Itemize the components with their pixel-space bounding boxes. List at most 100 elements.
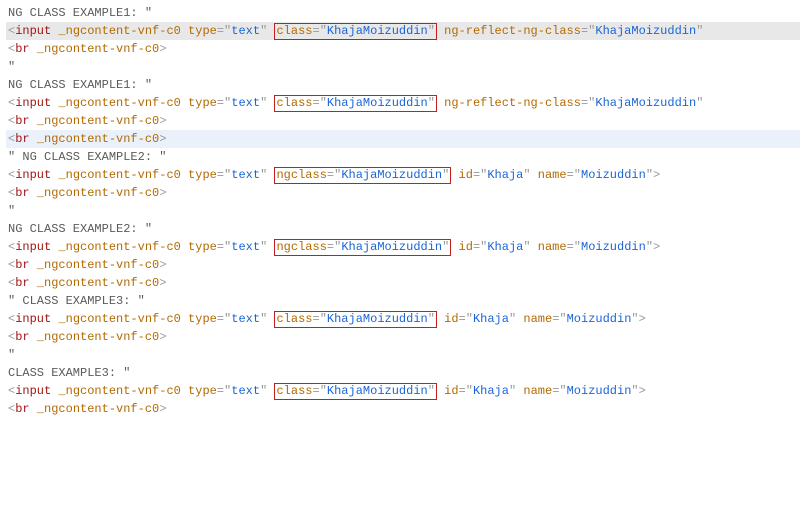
text-content: " CLASS EXAMPLE3: " — [8, 294, 145, 308]
highlighted-attr: ngclass="KhajaMoizuddin" — [274, 239, 451, 256]
text-content: NG CLASS EXAMPLE2: " — [8, 222, 152, 236]
highlighted-attr: class="KhajaMoizuddin" — [274, 23, 436, 40]
dom-element-br[interactable]: <br _ngcontent-vnf-c0> — [6, 274, 800, 292]
highlighted-attr: ngclass="KhajaMoizuddin" — [274, 167, 451, 184]
text-content: " — [8, 204, 15, 218]
dom-text-node[interactable]: NG CLASS EXAMPLE2: " — [6, 220, 800, 238]
attr-value: text — [231, 240, 260, 254]
dom-element-input[interactable]: <input _ngcontent-vnf-c0 type="text" ngc… — [6, 238, 800, 256]
attr-name: type — [188, 168, 217, 182]
attr-name: type — [188, 312, 217, 326]
dom-element-input[interactable]: <input _ngcontent-vnf-c0 type="text" ngc… — [6, 166, 800, 184]
attr-value: Moizuddin — [581, 168, 646, 182]
attr-name: name — [538, 168, 567, 182]
attr-name: type — [188, 240, 217, 254]
highlighted-attr: class="KhajaMoizuddin" — [274, 311, 436, 328]
attr-name: name — [523, 384, 552, 398]
tag-name: input — [15, 96, 51, 110]
tag-name: br — [15, 258, 29, 272]
tag-name: br — [15, 114, 29, 128]
attr-name: _ngcontent-vnf-c0 — [37, 114, 159, 128]
attr-name: _ngcontent-vnf-c0 — [37, 42, 159, 56]
dom-text-node[interactable]: NG CLASS EXAMPLE1: " — [6, 76, 800, 94]
attr-name: _ngcontent-vnf-c0 — [58, 24, 180, 38]
tag-name: br — [15, 402, 29, 416]
dom-element-br[interactable]: <br _ngcontent-vnf-c0> — [6, 328, 800, 346]
dom-element-br[interactable]: <br _ngcontent-vnf-c0> — [6, 40, 800, 58]
attr-name: _ngcontent-vnf-c0 — [58, 384, 180, 398]
attr-name: _ngcontent-vnf-c0 — [37, 402, 159, 416]
attr-name: type — [188, 384, 217, 398]
text-content: NG CLASS EXAMPLE1: " — [8, 6, 152, 20]
dom-text-node[interactable]: CLASS EXAMPLE3: " — [6, 364, 800, 382]
text-content: CLASS EXAMPLE3: " — [8, 366, 130, 380]
attr-name: _ngcontent-vnf-c0 — [37, 276, 159, 290]
attr-value: Khaja — [487, 168, 523, 182]
tag-name: input — [15, 240, 51, 254]
attr-value: text — [231, 24, 260, 38]
attr-name: _ngcontent-vnf-c0 — [37, 186, 159, 200]
dom-text-node[interactable]: " NG CLASS EXAMPLE2: " — [6, 148, 800, 166]
attr-value: text — [231, 384, 260, 398]
highlighted-attr: class="KhajaMoizuddin" — [274, 383, 436, 400]
text-content: " NG CLASS EXAMPLE2: " — [8, 150, 166, 164]
dom-element-input[interactable]: <input _ngcontent-vnf-c0 type="text" cla… — [6, 22, 800, 40]
attr-name: class — [276, 312, 312, 326]
attr-name: _ngcontent-vnf-c0 — [37, 132, 159, 146]
attr-name: ng-reflect-ng-class — [444, 24, 581, 38]
attr-name: class — [276, 24, 312, 38]
dom-element-br[interactable]: <br _ngcontent-vnf-c0> — [6, 400, 800, 418]
tag-name: br — [15, 276, 29, 290]
attr-name: name — [538, 240, 567, 254]
attr-value: text — [231, 312, 260, 326]
attr-name: _ngcontent-vnf-c0 — [58, 312, 180, 326]
attr-name: _ngcontent-vnf-c0 — [37, 330, 159, 344]
dom-element-br[interactable]: <br _ngcontent-vnf-c0> — [6, 112, 800, 130]
attr-value: KhajaMoizuddin — [595, 96, 696, 110]
attr-name: class — [276, 96, 312, 110]
attr-name: _ngcontent-vnf-c0 — [58, 240, 180, 254]
dom-text-node[interactable]: " — [6, 202, 800, 220]
attr-name: name — [523, 312, 552, 326]
dom-text-node[interactable]: " — [6, 346, 800, 364]
dom-element-input[interactable]: <input _ngcontent-vnf-c0 type="text" cla… — [6, 94, 800, 112]
tag-name: br — [15, 330, 29, 344]
attr-name: id — [444, 312, 458, 326]
attr-name: ngclass — [276, 240, 326, 254]
attr-value: text — [231, 96, 260, 110]
attr-value: Khaja — [487, 240, 523, 254]
attr-name: _ngcontent-vnf-c0 — [37, 258, 159, 272]
attr-name: class — [276, 384, 312, 398]
tag-name: input — [15, 312, 51, 326]
dom-element-input[interactable]: <input _ngcontent-vnf-c0 type="text" cla… — [6, 382, 800, 400]
dom-element-input[interactable]: <input _ngcontent-vnf-c0 type="text" cla… — [6, 310, 800, 328]
tag-name: br — [15, 42, 29, 56]
tag-name: input — [15, 168, 51, 182]
text-content: " — [8, 60, 15, 74]
attr-name: id — [459, 168, 473, 182]
text-content: NG CLASS EXAMPLE1: " — [8, 78, 152, 92]
attr-value: Moizuddin — [567, 312, 632, 326]
dom-element-br[interactable]: <br _ngcontent-vnf-c0> — [6, 130, 800, 148]
tag-name: br — [15, 132, 29, 146]
attr-name: id — [444, 384, 458, 398]
text-content: " — [8, 348, 15, 362]
attr-value: KhajaMoizuddin — [327, 24, 428, 38]
attr-name: ngclass — [276, 168, 326, 182]
highlighted-attr: class="KhajaMoizuddin" — [274, 95, 436, 112]
attr-value: Moizuddin — [567, 384, 632, 398]
dom-text-node[interactable]: " — [6, 58, 800, 76]
dom-element-br[interactable]: <br _ngcontent-vnf-c0> — [6, 184, 800, 202]
attr-value: KhajaMoizuddin — [327, 384, 428, 398]
attr-name: _ngcontent-vnf-c0 — [58, 96, 180, 110]
attr-value: KhajaMoizuddin — [327, 96, 428, 110]
dom-element-br[interactable]: <br _ngcontent-vnf-c0> — [6, 256, 800, 274]
attr-value: KhajaMoizuddin — [341, 168, 442, 182]
tag-name: input — [15, 384, 51, 398]
dom-text-node[interactable]: NG CLASS EXAMPLE1: " — [6, 4, 800, 22]
attr-name: id — [459, 240, 473, 254]
tag-name: input — [15, 24, 51, 38]
attr-name: type — [188, 96, 217, 110]
attr-name: _ngcontent-vnf-c0 — [58, 168, 180, 182]
dom-text-node[interactable]: " CLASS EXAMPLE3: " — [6, 292, 800, 310]
